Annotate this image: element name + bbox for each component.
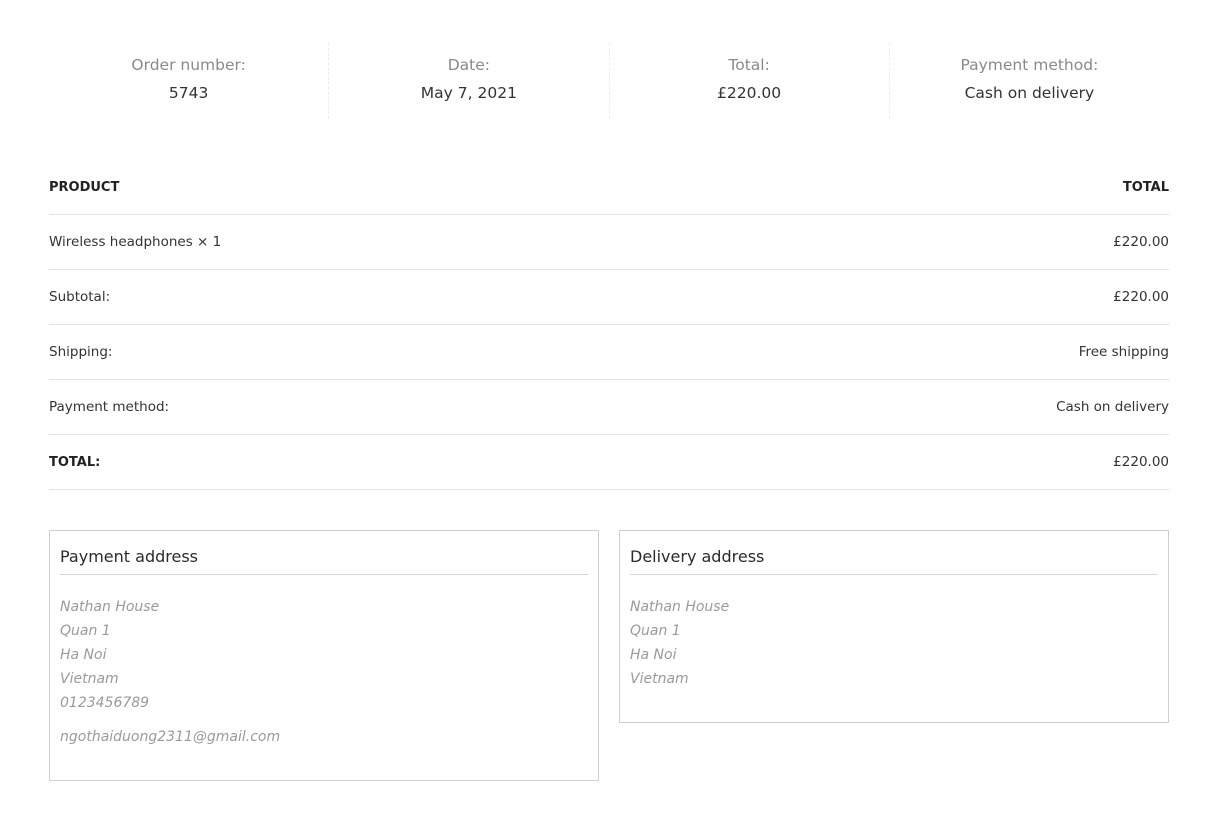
order-number-block: Order number: 5743 bbox=[49, 43, 330, 119]
delivery-address-district: Quan 1 bbox=[630, 623, 681, 639]
order-payment-method-label: Payment method: bbox=[960, 56, 1099, 74]
order-number-value: 5743 bbox=[168, 84, 209, 102]
table-header-row: PRODUCT TOTAL bbox=[49, 160, 1169, 215]
table-row-shipping: Shipping: Free shipping bbox=[49, 325, 1169, 380]
payment-address-card: Payment address Nathan House Quan 1 Ha N… bbox=[49, 530, 599, 781]
grand-total-label: TOTAL: bbox=[49, 454, 101, 470]
table-row-subtotal: Subtotal: £220.00 bbox=[49, 270, 1169, 325]
payment-address-country: Vietnam bbox=[60, 671, 119, 687]
order-total-label: Total: bbox=[728, 56, 770, 74]
product-total: £220.00 bbox=[1113, 234, 1169, 250]
payment-address-phone: 0123456789 bbox=[60, 695, 150, 711]
shipping-value: Free shipping bbox=[1078, 344, 1169, 360]
delivery-address-country: Vietnam bbox=[630, 671, 689, 687]
column-header-product: PRODUCT bbox=[49, 179, 120, 195]
subtotal-label: Subtotal: bbox=[49, 289, 111, 305]
delivery-address-name: Nathan House bbox=[630, 599, 730, 615]
delivery-address-title: Delivery address bbox=[630, 531, 1158, 575]
order-date-label: Date: bbox=[447, 56, 491, 74]
shipping-label: Shipping: bbox=[49, 344, 113, 360]
table-row-total: TOTAL: £220.00 bbox=[49, 435, 1169, 490]
order-details-table: PRODUCT TOTAL Wireless headphones × 1 £2… bbox=[49, 160, 1169, 490]
order-overview: Order number: 5743 Date: May 7, 2021 Tot… bbox=[49, 43, 1169, 119]
order-date-value: May 7, 2021 bbox=[420, 84, 517, 102]
subtotal-value: £220.00 bbox=[1113, 289, 1169, 305]
delivery-address-card: Delivery address Nathan House Quan 1 Ha … bbox=[619, 530, 1169, 723]
order-payment-method-value: Cash on delivery bbox=[964, 84, 1095, 102]
payment-address-name: Nathan House bbox=[60, 599, 160, 615]
order-number-label: Order number: bbox=[131, 56, 246, 74]
payment-address-city: Ha Noi bbox=[60, 647, 107, 663]
delivery-address-lines: Nathan House Quan 1 Ha Noi Vietnam bbox=[630, 575, 1158, 691]
payment-address-title: Payment address bbox=[60, 531, 588, 575]
payment-method-label: Payment method: bbox=[49, 399, 170, 415]
order-date-block: Date: May 7, 2021 bbox=[329, 43, 610, 119]
product-name: Wireless headphones × 1 bbox=[49, 234, 222, 250]
table-row-payment-method: Payment method: Cash on delivery bbox=[49, 380, 1169, 435]
payment-address-district: Quan 1 bbox=[60, 623, 111, 639]
payment-address-lines: Nathan House Quan 1 Ha Noi Vietnam 01234… bbox=[60, 575, 588, 749]
payment-method-value: Cash on delivery bbox=[1056, 399, 1169, 415]
grand-total-value: £220.00 bbox=[1113, 454, 1169, 470]
table-row-product: Wireless headphones × 1 £220.00 bbox=[49, 215, 1169, 270]
payment-address-email: ngothaiduong2311@gmail.com bbox=[60, 729, 281, 745]
column-header-total: TOTAL bbox=[1122, 179, 1169, 195]
order-total-value: £220.00 bbox=[717, 84, 782, 102]
order-payment-method-block: Payment method: Cash on delivery bbox=[890, 43, 1169, 119]
order-total-block: Total: £220.00 bbox=[610, 43, 890, 119]
delivery-address-city: Ha Noi bbox=[630, 647, 677, 663]
